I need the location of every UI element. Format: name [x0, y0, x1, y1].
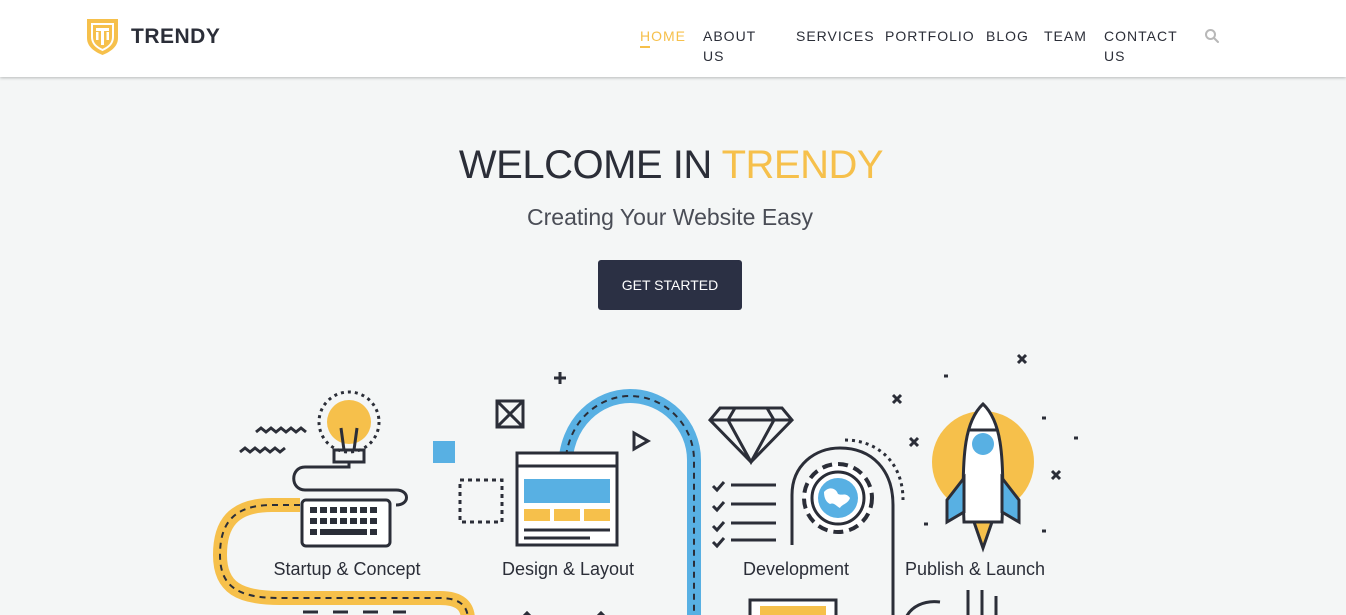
gear-globe-icon [790, 438, 905, 615]
dotted-box [458, 478, 504, 524]
lightbulb-icon [317, 390, 381, 464]
nav-services[interactable]: SERVICES [796, 26, 876, 46]
squiggle-icon [239, 426, 307, 454]
nav-contact-us[interactable]: CONTACT US [1104, 26, 1184, 66]
nav-team[interactable]: TEAM [1044, 26, 1094, 46]
hero-subtitle: Creating Your Website Easy [527, 204, 813, 230]
checklist-icon [711, 481, 776, 549]
hero-title-accent: TRENDY [721, 143, 884, 187]
hero-title-main: WELCOME IN [458, 143, 712, 187]
hero-title: WELCOME IN TRENDY [0, 143, 1342, 188]
play-icon [632, 430, 652, 452]
blue-square [433, 441, 455, 463]
diamond-icon [707, 406, 795, 466]
step-label-design: Design & Layout [502, 559, 634, 579]
keyboard-icon [300, 498, 392, 548]
brand-logo-link[interactable]: TRENDY [86, 18, 220, 56]
nav-portfolio[interactable]: PORTFOLIO [885, 26, 975, 46]
nav-about-us[interactable]: ABOUT US [703, 26, 773, 66]
nav-home[interactable]: HOME [640, 26, 690, 48]
step-label-publish: Publish & Launch [905, 559, 1045, 579]
shield-logo-icon [87, 19, 118, 55]
nav-blog[interactable]: BLOG [986, 26, 1036, 46]
crossed-box-icon [495, 399, 525, 429]
get-started-button[interactable]: GET STARTED [598, 260, 742, 310]
browser-layout-icon [515, 451, 619, 547]
plus-icon [554, 372, 566, 384]
search-icon[interactable] [1204, 28, 1220, 44]
brand-name: TRENDY [131, 25, 221, 48]
step-label-development: Development [743, 559, 849, 579]
process-illustration: Startup & Concept Design & Layout Develo… [212, 353, 1078, 615]
step-label-startup: Startup & Concept [273, 559, 420, 579]
site-header: TRENDY HOME ABOUT US SERVICES PORTFOLIO … [0, 0, 1346, 77]
rocket-icon [932, 401, 1034, 553]
